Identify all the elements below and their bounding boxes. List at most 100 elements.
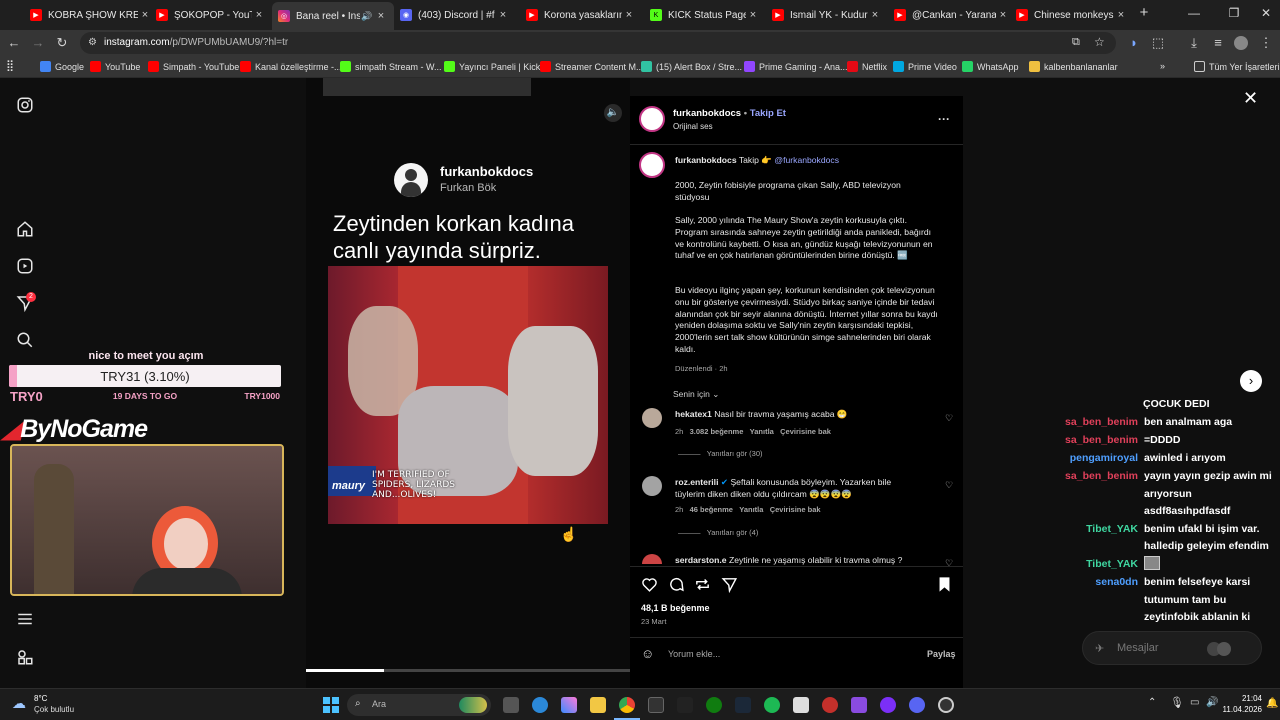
address-bar[interactable]: ⚙ instagram.com/p/DWPUMbUAMU9/?hl=tr ⧉ ☆ <box>80 32 1116 54</box>
browser-tab[interactable]: ▶ ŞOKOPOP - YouTube× <box>156 4 266 26</box>
commenter-avatar[interactable] <box>642 476 662 496</box>
bookmark-item[interactable]: Prime Video <box>893 61 957 72</box>
caption-avatar[interactable] <box>639 152 665 178</box>
close-icon[interactable]: × <box>374 10 388 22</box>
search-icon[interactable] <box>16 331 34 349</box>
browser-tab[interactable]: ▶ İsmail YK - Kudur Bab× <box>772 4 882 26</box>
bookmark-item[interactable]: kalbenbanlananlar <box>1029 61 1118 72</box>
browser-tab[interactable]: ▶ @Cankan - Yaranama× <box>894 4 1010 26</box>
copilot-icon[interactable] <box>561 697 577 713</box>
obs-icon[interactable] <box>938 697 954 713</box>
view-replies-button[interactable]: ——— Yanıtları gör (4) <box>678 528 758 537</box>
extensions-icon[interactable]: ⬚ <box>1150 35 1166 51</box>
capcut-icon[interactable] <box>793 697 809 713</box>
close-icon[interactable]: × <box>1114 9 1128 21</box>
chrome-icon[interactable] <box>619 697 635 713</box>
weather-icon[interactable]: ☁ <box>12 695 26 712</box>
windows-start-icon[interactable] <box>323 697 339 713</box>
site-info-icon[interactable]: ⚙ <box>88 37 97 48</box>
like-icon[interactable] <box>641 576 658 593</box>
like-comment-icon[interactable]: ♡ <box>945 413 953 424</box>
close-icon[interactable]: ✕ <box>1243 88 1258 109</box>
close-window-button[interactable]: ✕ <box>1258 6 1274 20</box>
browser-tab[interactable]: ▶ Chinese monkeys sin× <box>1016 4 1128 26</box>
download-icon[interactable]: ⤓ <box>1186 35 1202 51</box>
messages-widget[interactable]: ✈ Mesajlar <box>1082 631 1262 665</box>
clipchamp-icon[interactable] <box>851 697 867 713</box>
extension-wave-icon[interactable]: ◗ <box>1126 35 1142 50</box>
meta-threads-icon[interactable] <box>16 648 34 666</box>
tray-overflow-icon[interactable]: ⌃ <box>1148 697 1156 708</box>
speaker-icon[interactable]: 🔊 <box>360 11 374 22</box>
file-explorer-icon[interactable] <box>590 697 606 713</box>
post-author-avatar[interactable] <box>639 106 665 132</box>
commenter-avatar[interactable] <box>642 554 662 564</box>
bookmark-item[interactable]: YouTube <box>90 61 140 72</box>
post-comment-button[interactable]: Paylaş <box>927 649 956 659</box>
like-comment-icon[interactable]: ♡ <box>945 480 953 491</box>
clock-time[interactable]: 21:04 <box>1222 694 1262 703</box>
follow-button[interactable]: Takip Et <box>750 108 786 119</box>
bookmark-item[interactable]: Simpath - YouTube <box>148 61 239 72</box>
reels-icon[interactable] <box>16 257 34 275</box>
video-progress-bar[interactable] <box>306 669 630 672</box>
more-menu-icon[interactable] <box>16 610 34 628</box>
more-bookmarks-icon[interactable]: » <box>1160 61 1165 71</box>
edge-icon[interactable] <box>532 697 548 713</box>
bookmark-star-icon[interactable]: ☆ <box>1094 35 1105 49</box>
epic-games-icon[interactable] <box>648 697 664 713</box>
all-bookmarks-button[interactable]: Tüm Yer İşaretleri <box>1194 61 1280 72</box>
app-icon[interactable] <box>880 697 896 713</box>
audio-label[interactable]: Orijinal ses <box>673 122 713 131</box>
xbox-icon[interactable] <box>706 697 722 713</box>
browser-tab-active[interactable]: ◎ Bana reel • Instagr 🔊× <box>272 2 394 30</box>
share-icon[interactable] <box>721 576 738 593</box>
comment-input[interactable]: Yorum ekle... <box>668 649 720 659</box>
volume-icon[interactable]: 🔊 <box>1206 697 1218 708</box>
discord-icon[interactable] <box>909 697 925 713</box>
repost-icon[interactable] <box>694 576 711 593</box>
bookmark-item[interactable]: Netflix <box>847 61 887 72</box>
comment-sort-dropdown[interactable]: Senin için ⌄ <box>673 389 719 400</box>
close-icon[interactable]: × <box>138 9 152 21</box>
instagram-logo-icon[interactable] <box>16 96 34 114</box>
close-icon[interactable]: × <box>252 9 266 21</box>
bookmark-item[interactable]: Google <box>40 61 84 72</box>
browser-tab[interactable]: ◉ (403) Discord | #f × <box>400 4 510 26</box>
likes-count[interactable]: 48,1 B beğenme <box>641 603 710 613</box>
new-tab-button[interactable]: + <box>1136 4 1152 21</box>
notification-bell-icon[interactable]: 🔔 <box>1266 698 1278 709</box>
audio-toggle-icon[interactable]: 🔈 <box>604 104 622 122</box>
menu-icon[interactable]: ⋮ <box>1258 35 1274 51</box>
reload-icon[interactable]: ↻ <box>54 35 70 51</box>
steam-icon[interactable] <box>735 697 751 713</box>
bookmark-item[interactable]: simpath Stream - W... <box>340 61 442 72</box>
forward-icon[interactable]: → <box>30 35 46 50</box>
media-control-icon[interactable]: ≡ <box>1210 35 1226 50</box>
apps-grid-icon[interactable]: ⣿ <box>6 59 14 72</box>
browser-tab[interactable]: K KICK Status Page × <box>650 4 760 26</box>
post-username[interactable]: furkanbokdocs <box>673 108 741 119</box>
bookmark-item[interactable]: Kanal özelleştirme -... <box>240 61 342 72</box>
emoji-icon[interactable]: ☺ <box>641 646 654 661</box>
taskbar-search[interactable]: ⌕ Ara <box>347 694 491 716</box>
browser-tab[interactable]: ▶ Korona yasaklarında× <box>526 4 636 26</box>
bookmark-item[interactable]: (15) Alert Box / Stre... <box>641 61 742 72</box>
like-comment-icon[interactable]: ♡ <box>945 558 953 569</box>
close-icon[interactable]: × <box>496 9 510 21</box>
home-icon[interactable] <box>16 220 34 238</box>
clock-date[interactable]: 11.04.2026 <box>1218 705 1262 714</box>
restore-button[interactable]: ❐ <box>1226 6 1242 20</box>
minimize-button[interactable]: — <box>1186 6 1202 20</box>
close-icon[interactable]: × <box>746 9 760 21</box>
reel-video[interactable]: 🔈 furkanbokdocs Furkan Bök Zeytinden kor… <box>306 78 630 688</box>
app-icon[interactable] <box>822 697 838 713</box>
bookmark-item[interactable]: Prime Gaming - Ana... <box>744 61 848 72</box>
spotify-icon[interactable] <box>764 697 780 713</box>
amazon-icon[interactable] <box>677 697 693 713</box>
close-icon[interactable]: × <box>996 9 1010 21</box>
browser-tab[interactable]: ▶ KOBRA ŞHOW KREMİ× <box>30 4 152 26</box>
close-icon[interactable]: × <box>868 9 882 21</box>
bookmark-item[interactable]: Yayıncı Paneli | Kick <box>444 61 540 72</box>
microphone-icon[interactable]: 🎙 <box>1170 696 1184 709</box>
